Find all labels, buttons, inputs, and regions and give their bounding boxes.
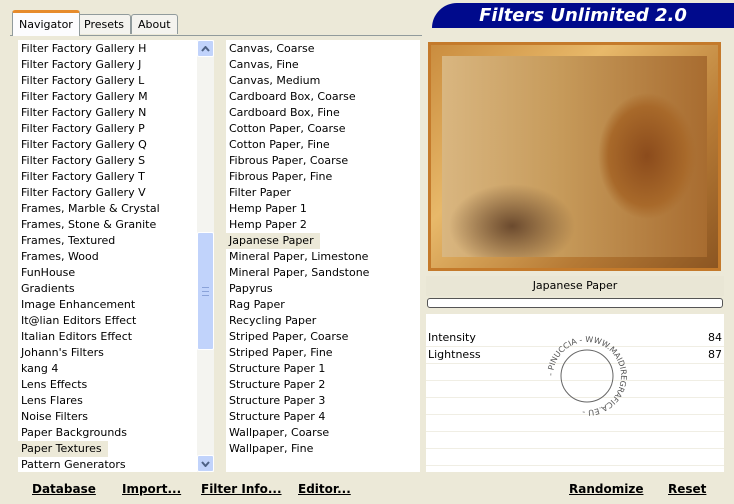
filter-item[interactable]: Wallpaper, Fine <box>226 441 420 457</box>
param-value: 87 <box>708 348 722 361</box>
scroll-thumb[interactable] <box>197 232 214 350</box>
category-item[interactable]: Lens Flares <box>18 393 197 409</box>
filter-item[interactable]: Cardboard Box, Coarse <box>226 89 420 105</box>
category-item[interactable]: Frames, Marble & Crystal <box>18 201 197 217</box>
category-item[interactable]: Filter Factory Gallery J <box>18 57 197 73</box>
category-item[interactable]: Johann's Filters <box>18 345 197 361</box>
filter-item[interactable]: Cotton Paper, Coarse <box>226 121 420 137</box>
filter-item[interactable]: Canvas, Coarse <box>226 41 420 57</box>
tab-navigator[interactable]: Navigator <box>12 10 80 36</box>
preview-image <box>428 42 721 271</box>
category-item[interactable]: Filter Factory Gallery N <box>18 105 197 121</box>
category-item[interactable]: Lens Effects <box>18 377 197 393</box>
category-item[interactable]: Pattern Generators <box>18 457 197 472</box>
chevron-up-icon <box>201 45 210 52</box>
filter-item[interactable]: Structure Paper 4 <box>226 409 420 425</box>
progress-bar <box>427 298 723 308</box>
category-item[interactable]: Frames, Stone & Granite <box>18 217 197 233</box>
filter-item[interactable]: Filter Paper <box>226 185 420 201</box>
scroll-up-button[interactable] <box>197 40 214 57</box>
svg-text:- PINUCCIA - WWW.MAIDIREGRAFIC: - PINUCCIA - WWW.MAIDIREGRAFICA.EU - <box>546 335 628 417</box>
filter-item[interactable]: Structure Paper 3 <box>226 393 420 409</box>
filter-item[interactable]: Fibrous Paper, Coarse <box>226 153 420 169</box>
filter-item[interactable]: Hemp Paper 2 <box>226 217 420 233</box>
tab-presets[interactable]: Presets <box>77 14 132 34</box>
category-item[interactable]: Image Enhancement <box>18 297 197 313</box>
filter-item[interactable]: Striped Paper, Fine <box>226 345 420 361</box>
category-item[interactable]: Filter Factory Gallery S <box>18 153 197 169</box>
filter-item[interactable]: Cardboard Box, Fine <box>226 105 420 121</box>
filter-item[interactable]: Mineral Paper, Sandstone <box>226 265 420 281</box>
filter-info-button[interactable]: Filter Info... <box>201 481 282 497</box>
filter-item[interactable]: Mineral Paper, Limestone <box>226 249 420 265</box>
category-list[interactable]: Filter Factory Gallery H Filter Factory G… <box>18 40 197 472</box>
category-item[interactable]: Frames, Textured <box>18 233 197 249</box>
filter-item[interactable]: Canvas, Fine <box>226 57 420 73</box>
import-button[interactable]: Import... <box>122 481 181 497</box>
category-item[interactable]: It@lian Editors Effect <box>18 313 197 329</box>
scroll-down-button[interactable] <box>197 455 214 472</box>
app-title-banner: Filters Unlimited 2.0 <box>432 3 734 28</box>
param-label: Intensity <box>428 331 476 344</box>
filter-item[interactable]: Striped Paper, Coarse <box>226 329 420 345</box>
param-row-empty <box>426 432 724 449</box>
filter-item[interactable]: Canvas, Medium <box>226 73 420 89</box>
category-item[interactable]: Paper Backgrounds <box>18 425 197 441</box>
tab-about[interactable]: About <box>131 14 178 34</box>
category-scrollbar[interactable] <box>197 40 214 472</box>
filter-item[interactable]: Rag Paper <box>226 297 420 313</box>
category-item[interactable]: Filter Factory Gallery V <box>18 185 197 201</box>
category-item[interactable]: Filter Factory Gallery H <box>18 41 197 57</box>
param-row-empty <box>426 449 724 466</box>
filter-item[interactable]: Fibrous Paper, Fine <box>226 169 420 185</box>
category-item[interactable]: Filter Factory Gallery M <box>18 89 197 105</box>
filter-item[interactable]: Wallpaper, Coarse <box>226 425 420 441</box>
filter-list[interactable]: Canvas, Coarse Canvas, Fine Canvas, Medium… <box>226 40 420 472</box>
filter-item[interactable]: Papyrus <box>226 281 420 297</box>
param-value: 84 <box>708 331 722 344</box>
category-item[interactable]: FunHouse <box>18 265 197 281</box>
chevron-down-icon <box>201 460 210 467</box>
category-item[interactable]: Frames, Wood <box>18 249 197 265</box>
filter-item[interactable]: Hemp Paper 1 <box>226 201 420 217</box>
filter-item[interactable]: Japanese Paper <box>226 233 320 249</box>
category-item[interactable]: Paper Textures <box>18 441 108 457</box>
param-label: Lightness <box>428 348 481 361</box>
category-item[interactable]: Filter Factory Gallery P <box>18 121 197 137</box>
category-item[interactable]: kang 4 <box>18 361 197 377</box>
editor-button[interactable]: Editor... <box>298 481 351 497</box>
filter-item[interactable]: Cotton Paper, Fine <box>226 137 420 153</box>
filter-item[interactable]: Recycling Paper <box>226 313 420 329</box>
category-item[interactable]: Gradients <box>18 281 197 297</box>
filter-item[interactable]: Structure Paper 2 <box>226 377 420 393</box>
category-item[interactable]: Filter Factory Gallery Q <box>18 137 197 153</box>
current-filter-label: Japanese Paper <box>426 276 724 296</box>
filter-item[interactable]: Structure Paper 1 <box>226 361 420 377</box>
category-item[interactable]: Italian Editors Effect <box>18 329 197 345</box>
database-button[interactable]: Database <box>32 481 96 497</box>
category-item[interactable]: Filter Factory Gallery T <box>18 169 197 185</box>
category-item[interactable]: Noise Filters <box>18 409 197 425</box>
category-item[interactable]: Filter Factory Gallery L <box>18 73 197 89</box>
watermark-stamp: - PINUCCIA - WWW.MAIDIREGRAFICA.EU - <box>546 335 628 417</box>
randomize-button[interactable]: Randomize <box>569 481 643 497</box>
preview-frame <box>428 42 721 271</box>
reset-button[interactable]: Reset <box>668 481 706 497</box>
